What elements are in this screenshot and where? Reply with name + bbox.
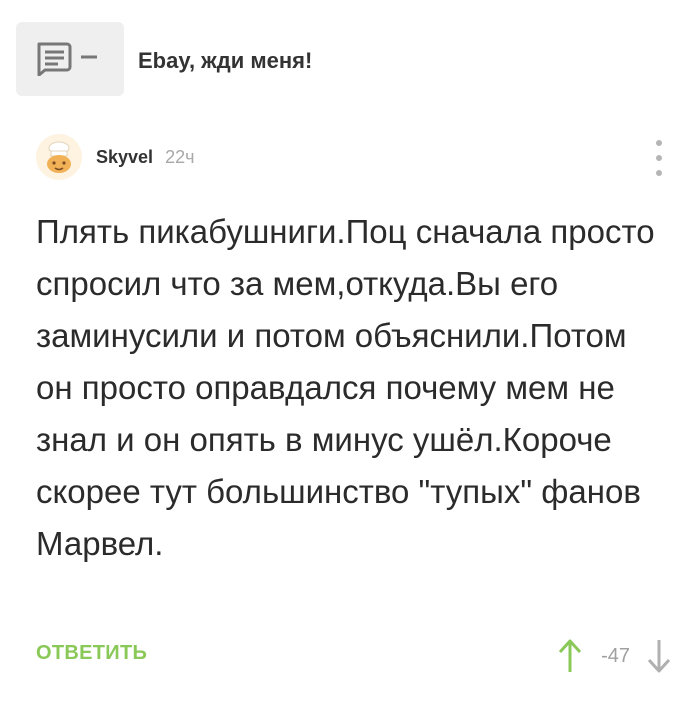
comment-time: 22ч <box>165 146 195 167</box>
comment-collapse-icon <box>37 42 97 76</box>
collapse-button[interactable] <box>16 22 124 96</box>
comment-body: Плять пикабушниги.Поц сначала просто спр… <box>36 213 655 562</box>
more-vertical-icon-dot <box>656 155 662 161</box>
post-header[interactable] <box>16 22 124 96</box>
more-vertical-icon <box>656 140 662 146</box>
vote-controls: -47 <box>557 636 672 676</box>
arrow-down-icon[interactable] <box>646 638 672 674</box>
comment-header: Skyvel 22ч <box>36 134 194 180</box>
chef-avatar-icon <box>47 141 71 173</box>
more-options-button[interactable] <box>654 140 664 176</box>
comment-author[interactable]: Skyvel <box>96 147 153 168</box>
more-vertical-icon-dot <box>656 170 662 176</box>
reply-button[interactable]: ОТВЕТИТЬ <box>36 642 147 665</box>
post-title[interactable]: Ebay, жди меня! <box>138 48 312 74</box>
arrow-up-icon[interactable] <box>557 638 583 674</box>
avatar[interactable] <box>36 134 82 180</box>
comment-score: -47 <box>601 644 630 667</box>
